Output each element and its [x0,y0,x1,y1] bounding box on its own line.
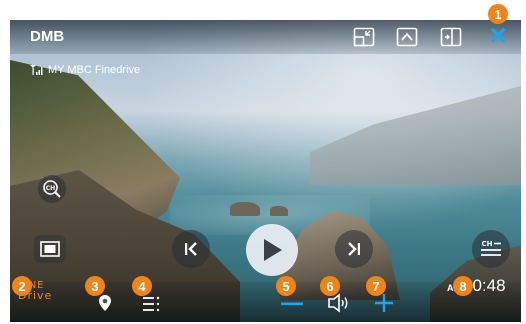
split-screen-icon[interactable] [440,27,462,47]
previous-icon [185,242,197,256]
svg-text:CH: CH [482,240,493,248]
channel-list-button[interactable]: CH [472,230,510,268]
channel-search-icon: CH [43,180,61,198]
callout-badge: 7 [366,276,386,296]
callout-badge: 4 [132,276,152,296]
next-icon [348,242,360,256]
menu-list-icon[interactable] [142,296,160,312]
callout-badge: 2 [12,276,32,296]
callout-badge: 3 [85,276,105,296]
callout-badge: 6 [320,276,340,296]
svg-text:CH: CH [46,185,55,192]
next-button[interactable] [335,230,373,268]
callout-badge: 1 [488,4,508,24]
app-title: DMB [30,28,65,45]
location-pin-icon[interactable] [98,294,112,312]
callout-badge: 8 [453,276,473,296]
volume-down-icon[interactable] [281,302,303,306]
channel-info: MY MBC Finedrive [30,64,140,76]
volume-up-icon[interactable] [374,293,394,313]
speaker-icon[interactable] [327,293,351,313]
callout-badge: 5 [276,276,296,296]
collapse-up-icon[interactable] [396,27,418,47]
dmb-screen: DMB ✕ MY MBC Finedrive CH CH [10,20,521,322]
background-rock [230,202,260,216]
signal-strength-icon [30,65,43,75]
screen-mode-icon [40,241,60,257]
close-icon[interactable]: ✕ [488,25,508,49]
background-headland [310,86,521,185]
play-button[interactable] [246,224,298,276]
background-rock [270,206,288,216]
pip-icon[interactable] [353,27,375,47]
screen-mode-button[interactable] [34,235,66,263]
channel-list-icon: CH [481,240,501,256]
play-icon [264,239,282,261]
channel-search-button[interactable]: CH [38,175,66,203]
previous-button[interactable] [172,230,210,268]
channel-name: MY MBC Finedrive [48,64,141,76]
